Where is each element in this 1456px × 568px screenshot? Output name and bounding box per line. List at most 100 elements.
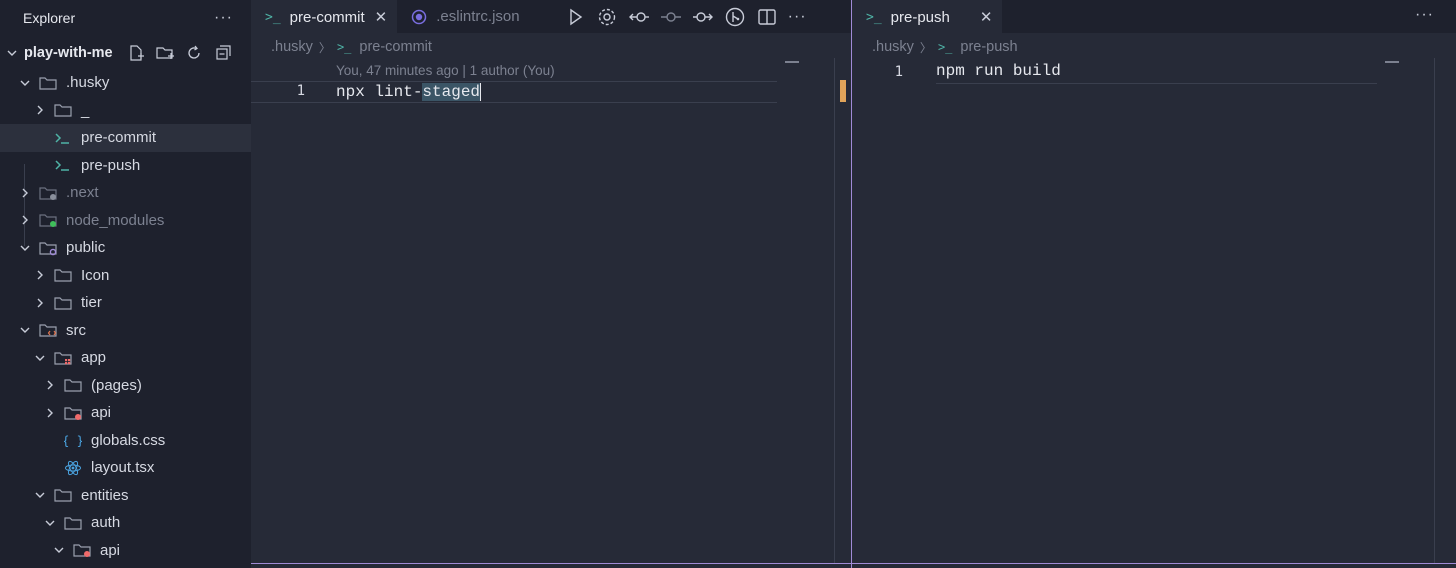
chevron-right-icon[interactable] — [18, 214, 32, 226]
folder-icon — [72, 542, 92, 558]
chevron-right-icon[interactable] — [18, 187, 32, 199]
git-blame-annotation[interactable]: You, 47 minutes ago | 1 author (You) — [336, 63, 555, 78]
tree-item-next[interactable]: .next — [0, 179, 251, 207]
tree-item-layout-tsx[interactable]: layout.tsx — [0, 454, 251, 482]
tree-item-node-modules[interactable]: node_modules — [0, 207, 251, 235]
new-folder-icon[interactable] — [156, 44, 174, 62]
code-line[interactable]: npx lint-staged — [336, 83, 482, 102]
breadcrumb-file[interactable]: pre-push — [960, 39, 1017, 55]
chevron-down-icon[interactable] — [6, 47, 18, 59]
line-number: 1 — [296, 83, 305, 99]
tab-bar: >_ pre-commit ✕ .eslintrc.json ··· — [251, 0, 851, 33]
tree-item-api[interactable]: api — [0, 537, 251, 565]
breadcrumb: .husky 〉 >_ pre-push — [852, 33, 1456, 61]
folder-icon — [63, 405, 83, 421]
more-actions-icon[interactable]: ··· — [788, 8, 807, 26]
git-lens-icon[interactable] — [724, 6, 746, 28]
folder-icon — [63, 515, 83, 531]
line-number: 1 — [894, 64, 903, 80]
current-line — [251, 81, 777, 103]
run-icon[interactable] — [564, 6, 586, 28]
terminal-icon: >_ — [937, 40, 953, 54]
split-editor-icon[interactable] — [756, 6, 778, 28]
chevron-down-icon[interactable] — [18, 77, 32, 89]
tree-item-label: (pages) — [91, 376, 142, 394]
breadcrumb-folder[interactable]: .husky — [872, 39, 914, 55]
tree-item-label: app — [81, 349, 107, 367]
tree-item-pages[interactable]: (pages) — [0, 372, 251, 400]
scrollbar-track[interactable] — [1434, 58, 1435, 563]
tree-item-auth[interactable]: auth — [0, 509, 251, 537]
close-icon[interactable]: ✕ — [980, 8, 993, 26]
folder-icon — [53, 267, 73, 283]
tree-item-api[interactable]: api — [0, 399, 251, 427]
tab-pre-commit[interactable]: >_ pre-commit ✕ — [251, 0, 398, 33]
git-commit-icon[interactable] — [660, 6, 682, 28]
tree-item-label: .next — [66, 184, 99, 202]
tree-item-label: tier — [81, 294, 102, 312]
chevron-down-icon[interactable] — [18, 324, 32, 336]
tree-item-husky[interactable]: .husky — [0, 69, 251, 97]
git-previous-icon[interactable] — [628, 6, 650, 28]
explorer-title: Explorer — [23, 10, 76, 26]
chevron-down-icon[interactable] — [33, 352, 47, 364]
chevron-down-icon[interactable] — [52, 544, 66, 556]
code-line[interactable]: npm run build — [936, 62, 1061, 80]
tree-item-label: globals.css — [91, 431, 166, 449]
eslint-icon — [412, 9, 427, 24]
panel-border — [251, 563, 1456, 564]
chevron-right-icon: 〉 — [919, 40, 932, 55]
explorer-header: Explorer ··· — [0, 0, 251, 36]
chevron-right-icon[interactable] — [43, 407, 57, 419]
tree-item-label: api — [91, 404, 112, 422]
folder-icon — [53, 295, 73, 311]
minimap-line — [785, 61, 799, 63]
tree-item-icon[interactable]: Icon — [0, 262, 251, 290]
more-actions-icon[interactable]: ··· — [214, 9, 233, 27]
close-icon[interactable]: ✕ — [375, 8, 388, 26]
chevron-right-icon[interactable] — [43, 379, 57, 391]
tree-item-public[interactable]: public — [0, 234, 251, 262]
tree-item-[interactable]: _ — [0, 97, 251, 125]
refresh-icon[interactable] — [185, 44, 203, 62]
terminal-icon: >_ — [866, 9, 882, 25]
tree-item-entities[interactable]: entities — [0, 482, 251, 510]
tab-bar: >_ pre-push ✕ ··· — [852, 0, 1456, 33]
breadcrumb-file[interactable]: pre-commit — [359, 39, 432, 55]
editor-actions: ··· — [550, 0, 807, 33]
tab-label: pre-push — [890, 8, 950, 26]
new-file-icon[interactable] — [127, 44, 145, 62]
chevron-down-icon[interactable] — [33, 489, 47, 501]
terminal-icon — [53, 130, 73, 146]
tab-label: .eslintrc.json — [436, 8, 520, 25]
chevron-right-icon[interactable] — [33, 104, 47, 116]
breadcrumb-folder[interactable]: .husky — [271, 39, 313, 55]
workspace-root[interactable]: play-with-me — [0, 36, 251, 69]
folder-src-icon — [38, 322, 58, 338]
folder-icon — [63, 377, 83, 393]
tree-item-globals-css[interactable]: { } globals.css — [0, 427, 251, 455]
git-next-icon[interactable] — [692, 6, 714, 28]
tree-item-pre-commit[interactable]: pre-commit — [0, 124, 251, 152]
svg-text:{ }: { } — [64, 434, 82, 448]
tree-item-src[interactable]: src — [0, 317, 251, 345]
collapse-all-icon[interactable] — [214, 44, 232, 62]
tree-item-label: layout.tsx — [91, 459, 155, 477]
react-icon — [63, 460, 83, 476]
chevron-right-icon: 〉 — [318, 40, 331, 55]
tree-item-label: api — [100, 541, 121, 559]
chevron-down-icon[interactable] — [18, 242, 32, 254]
chevron-right-icon[interactable] — [33, 297, 47, 309]
selected-text: staged — [422, 83, 481, 102]
editor-group-left: >_ pre-commit ✕ .eslintrc.json ··· .husk… — [251, 0, 851, 568]
chevron-down-icon[interactable] — [43, 517, 57, 529]
scrollbar-track[interactable] — [834, 58, 835, 563]
more-actions-icon[interactable]: ··· — [1415, 6, 1434, 24]
tab-eslintrc[interactable]: .eslintrc.json — [397, 0, 550, 33]
tab-pre-push[interactable]: >_ pre-push ✕ — [852, 0, 1003, 33]
chevron-right-icon[interactable] — [33, 269, 47, 281]
tree-item-tier[interactable]: tier — [0, 289, 251, 317]
tree-item-app[interactable]: app — [0, 344, 251, 372]
tree-item-pre-push[interactable]: pre-push — [0, 152, 251, 180]
gear-icon[interactable] — [596, 6, 618, 28]
